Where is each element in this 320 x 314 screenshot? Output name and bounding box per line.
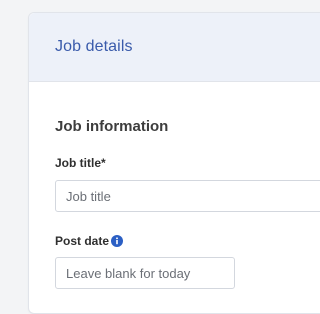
post-date-input[interactable] [55,257,235,289]
section-heading: Job information [55,118,169,135]
job-details-card: Job details Job information Job title* P… [28,12,320,314]
job-title-label-text: Job title* [55,156,106,170]
card-header: Job details [29,13,320,82]
post-date-label: Post date [55,234,124,248]
post-date-label-text: Post date [55,234,110,248]
job-title-input[interactable] [55,180,320,212]
job-title-label: Job title* [55,156,106,170]
info-icon[interactable] [111,235,124,247]
card-title: Job details [55,38,133,55]
